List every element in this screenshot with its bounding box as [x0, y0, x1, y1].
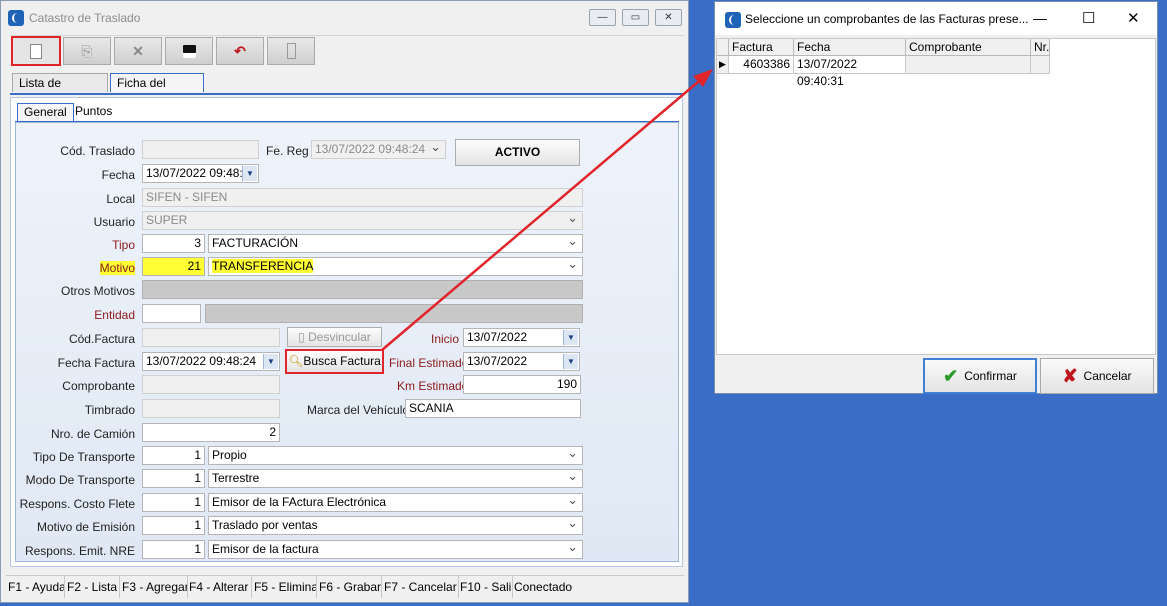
annotation-arrow	[381, 69, 713, 351]
arrow-line	[381, 75, 706, 351]
